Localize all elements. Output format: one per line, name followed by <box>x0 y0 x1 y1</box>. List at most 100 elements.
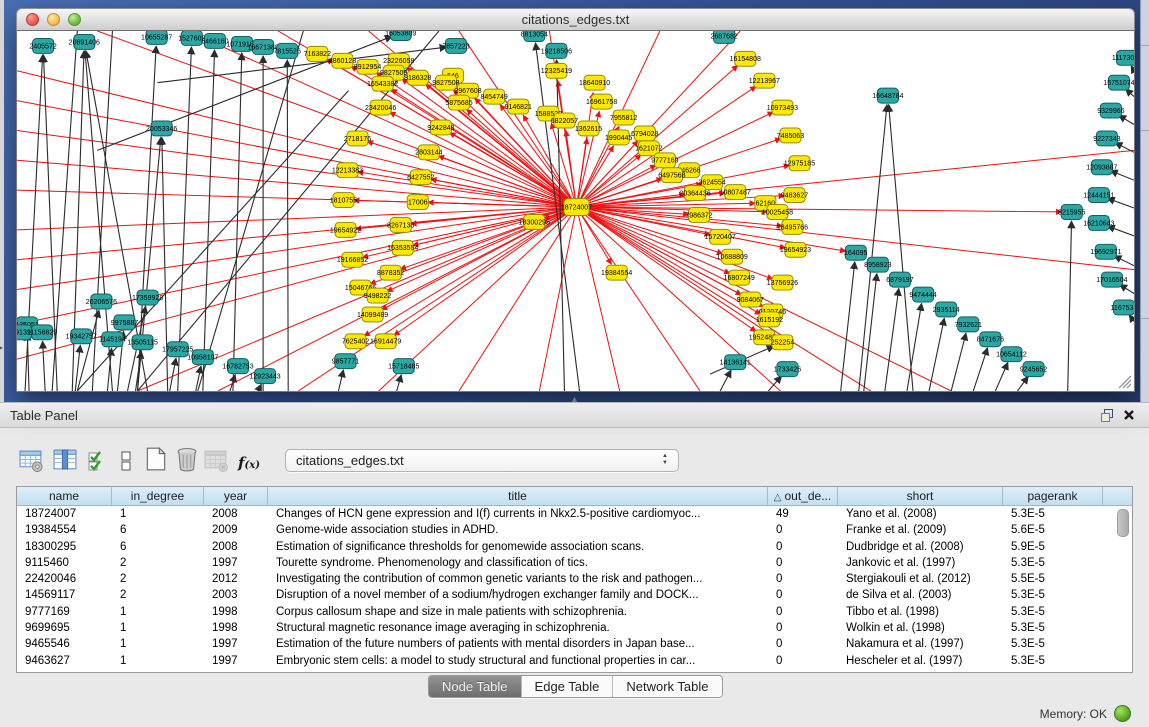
memory-status-indicator[interactable] <box>1114 705 1131 722</box>
zoom-window-button[interactable] <box>68 13 81 26</box>
select-rows-button[interactable] <box>87 447 113 473</box>
column-header-out_de[interactable]: △out_de... <box>768 487 838 505</box>
graph-edge-black <box>258 384 261 391</box>
close-panel-button[interactable] <box>1121 408 1137 424</box>
table-cell: 1997 <box>204 636 268 652</box>
table-row[interactable]: 911546021997Tourette syndrome. Phenomeno… <box>17 555 1132 571</box>
table-cell: 5.3E-5 <box>1003 587 1103 603</box>
graph-node-label: 5875685 <box>445 100 472 107</box>
network-canvas[interactable]: 1872400771638228860128891295423226058982… <box>16 31 1135 392</box>
window-resize-grip[interactable] <box>1116 373 1132 389</box>
table-cell: 14569117 <box>17 587 112 603</box>
graph-node-label: 1615192 <box>756 317 783 324</box>
table-cell: 6 <box>112 522 204 538</box>
table-cell: 2 <box>112 555 204 571</box>
column-header-name[interactable]: name <box>17 487 112 505</box>
window-title: citations_edges.txt <box>17 9 1134 30</box>
graph-node-label: 8427552 <box>407 175 434 182</box>
table-scrollbar-thumb[interactable] <box>1117 509 1129 537</box>
table-cell: Tourette syndrome. Phenomenology and cla… <box>268 555 768 571</box>
table-row[interactable]: 1872400712008Changes of HCN gene express… <box>17 506 1132 522</box>
column-header-pagerank[interactable]: pagerank <box>1003 487 1103 505</box>
splitter-arrow-icon: ▸ <box>0 343 3 352</box>
table-row[interactable]: 1830029562008Estimation of significance … <box>17 539 1132 555</box>
table-cell: Estimation of significance thresholds fo… <box>268 539 768 555</box>
show-columns-button[interactable] <box>53 447 79 473</box>
graph-node-label: 23420046 <box>365 105 396 112</box>
table-row[interactable]: 1938455462009Genome-wide association stu… <box>17 522 1132 538</box>
window-titlebar[interactable]: citations_edges.txt <box>16 8 1135 31</box>
left-splitter[interactable]: ▸ <box>0 0 4 402</box>
tab-node-table[interactable]: Node Table <box>429 676 522 697</box>
create-column-button[interactable] <box>143 446 169 472</box>
graph-edge-red <box>577 207 620 391</box>
graph-node-label: 8267130 <box>387 222 414 229</box>
graph-node-label: 16961758 <box>586 99 617 106</box>
graph-node-label: 9463627 <box>781 193 808 200</box>
graph-node-label: 18495766 <box>777 224 808 231</box>
table-row[interactable]: 946554611997Estimation of the future num… <box>17 636 1132 652</box>
graph-node-label: 1990445 <box>605 135 632 142</box>
graph-node-label: 8471676 <box>977 337 1004 344</box>
graph-node-label: 2405572 <box>29 43 56 50</box>
function-builder-button[interactable]: f(x) <box>236 450 262 476</box>
column-header-short[interactable]: short <box>838 487 1003 505</box>
graph-edge-black <box>43 55 57 391</box>
column-header-in_degree[interactable]: in_degree <box>112 487 204 505</box>
graph-node-label: 16154808 <box>730 56 761 63</box>
graph-node-label: 16648784 <box>872 93 903 100</box>
table-row[interactable]: 1456911722003Disruption of a novel membe… <box>17 587 1132 603</box>
graph-node-label: 17016504 <box>1096 277 1127 284</box>
graph-node-label: 18640910 <box>579 80 610 87</box>
column-header-title[interactable]: title <box>268 487 768 505</box>
row-height-button[interactable] <box>114 448 140 474</box>
table-cell: Franke et al. (2009) <box>838 522 1003 538</box>
tab-network-table[interactable]: Network Table <box>613 676 721 697</box>
graph-node-label: 7815526 <box>274 48 301 55</box>
graph-node-label: 1362615 <box>575 126 602 133</box>
graph-node-label: 14136141 <box>720 360 751 367</box>
graph-edge-black <box>720 370 731 391</box>
minimize-window-button[interactable] <box>47 13 60 26</box>
graph-node-label: 252254 <box>771 340 795 347</box>
table-cell: 5.3E-5 <box>1003 604 1103 620</box>
import-table-button <box>204 447 230 473</box>
table-cell: 1 <box>112 506 204 522</box>
graph-node-label: 6794028 <box>631 131 658 138</box>
table-row[interactable]: 969969511998Structural magnetic resonanc… <box>17 620 1132 636</box>
graph-edge-black <box>1129 315 1134 322</box>
float-panel-button[interactable] <box>1099 408 1115 424</box>
table-body: 1872400712008Changes of HCN gene express… <box>17 506 1132 669</box>
tab-edge-table[interactable]: Edge Table <box>522 676 614 697</box>
citation-network-graph: 1872400771638228860128891295423226058982… <box>17 31 1134 391</box>
table-cell: 22420046 <box>17 571 112 587</box>
table-cell: 2008 <box>204 539 268 555</box>
table-cell: 1 <box>112 620 204 636</box>
graph-edge-black <box>885 288 899 391</box>
graph-node-label: 19342757 <box>66 334 97 341</box>
graph-edge-black <box>864 274 877 391</box>
column-header-year[interactable]: year <box>204 487 268 505</box>
graph-node-label: 12444151 <box>1083 193 1114 200</box>
table-cell: 0 <box>768 539 838 555</box>
graph-edge-black <box>1131 66 1134 71</box>
splitter-handle-icon[interactable]: ▲ <box>570 394 579 404</box>
table-row[interactable]: 977716911998Corpus callosum shape and si… <box>17 604 1132 620</box>
table-cell: Nakamura et al. (1997) <box>838 636 1003 652</box>
column-header-filler <box>1103 487 1132 505</box>
table-cell: Wolkin et al. (1998) <box>838 620 1003 636</box>
close-window-button[interactable] <box>26 13 39 26</box>
delete-button[interactable] <box>174 446 200 472</box>
table-cell: 49 <box>768 506 838 522</box>
graph-node-label: 9227343 <box>1093 136 1120 143</box>
table-row[interactable]: 2242004622012Investigating the contribut… <box>17 571 1132 587</box>
graph-node-label: 6879197 <box>886 277 913 284</box>
table-selector-dropdown[interactable]: citations_edges.txt ▲▼ <box>285 449 679 472</box>
table-row[interactable]: 946362711997Embryonic stem cells: a mode… <box>17 653 1132 669</box>
graph-edge-black <box>338 370 343 391</box>
graph-node-label: 10958107 <box>187 355 218 362</box>
table-cell: 0 <box>768 636 838 652</box>
graph-edge-black <box>397 375 402 391</box>
table-mode-button[interactable] <box>19 447 45 473</box>
graph-edge-black <box>1017 376 1028 391</box>
